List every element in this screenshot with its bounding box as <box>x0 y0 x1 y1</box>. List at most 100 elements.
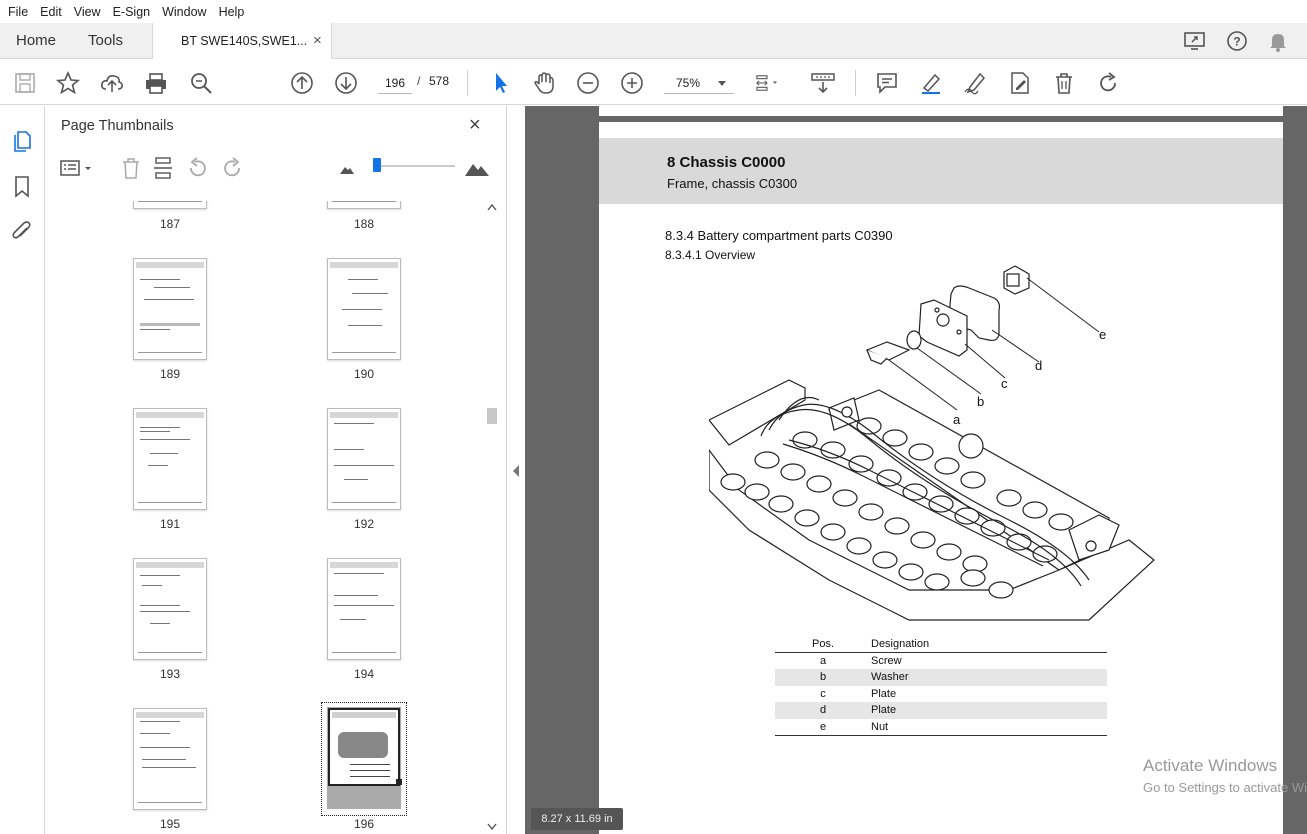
tab-bar: Home Tools BT SWE140S,SWE1... × ? <box>0 23 1307 59</box>
thumbnail-label: 189 <box>159 367 181 381</box>
thumbnail-label: 190 <box>353 367 375 381</box>
total-pages: 578 <box>429 74 450 88</box>
scrollbar-thumb[interactable] <box>487 408 497 424</box>
page-thumbnail[interactable] <box>133 201 207 209</box>
thumbnail-label: 192 <box>353 517 375 531</box>
pdf-page: 8 Chassis C0000 Frame, chassis C0300 8.3… <box>599 122 1283 834</box>
page-thumbnails-panel: Page Thumbnails × 187 188 189 190 191 19… <box>45 106 507 834</box>
delete-page-icon[interactable] <box>119 156 143 180</box>
table-row: a Screw <box>775 653 1107 670</box>
hand-tool-icon[interactable] <box>531 70 557 96</box>
page-thumbnail[interactable] <box>327 558 401 660</box>
help-icon[interactable]: ? <box>1225 30 1249 52</box>
rotate-left-icon[interactable] <box>186 156 210 180</box>
section-title: 8.3.4 Battery compartment parts C0390 <box>665 228 893 243</box>
thumbnail-size-slider-track[interactable] <box>375 165 455 167</box>
page-thumbnails-icon[interactable] <box>10 128 34 152</box>
page-thumbnail[interactable] <box>327 258 401 360</box>
table-cell-pos: b <box>819 671 827 683</box>
callout-e: e <box>1099 327 1106 342</box>
highlight-pen-icon[interactable] <box>918 70 944 96</box>
page-thumbnail[interactable] <box>327 408 401 510</box>
bookmarks-icon[interactable] <box>10 174 34 198</box>
menu-bar: File Edit View E-Sign Window Help <box>0 0 1307 23</box>
page-thumbnail-selected[interactable] <box>321 702 407 816</box>
tab-tools[interactable]: Tools <box>88 32 123 49</box>
page-separator: / <box>417 74 421 88</box>
table-row: c Plate <box>775 686 1107 703</box>
print-icon[interactable] <box>143 70 169 96</box>
table-bottom-rule <box>775 735 1107 736</box>
left-navigation-rail <box>0 106 45 834</box>
page-thumbnail[interactable] <box>133 708 207 810</box>
page-number-input[interactable]: 196 <box>378 72 412 94</box>
comment-icon[interactable] <box>874 70 900 96</box>
page-thumbnail[interactable] <box>133 408 207 510</box>
collapse-arrow-icon <box>513 465 519 477</box>
delete-trash-icon[interactable] <box>1051 70 1077 96</box>
menu-edit[interactable]: Edit <box>34 5 68 19</box>
zoom-out-icon[interactable] <box>575 70 601 96</box>
zoom-level-select[interactable]: 75% <box>664 72 734 94</box>
thumbnail-size-slider-handle[interactable] <box>373 158 381 172</box>
thumbnail-label: 188 <box>353 217 375 231</box>
panel-toolbar <box>45 152 507 186</box>
page-fit-icon[interactable] <box>754 70 790 96</box>
thumbnail-options-icon[interactable] <box>59 156 95 180</box>
rotate-right-icon[interactable] <box>220 156 244 180</box>
menu-esign[interactable]: E-Sign <box>107 5 157 19</box>
redo-rotate-icon[interactable] <box>1095 70 1121 96</box>
next-page-icon[interactable] <box>333 70 359 96</box>
table-cell-designation: Nut <box>871 720 889 733</box>
page-thumbnail[interactable] <box>327 201 401 209</box>
bookmark-star-icon[interactable] <box>55 70 81 96</box>
table-row: e Nut <box>775 719 1107 736</box>
notifications-bell-icon[interactable] <box>1266 30 1290 52</box>
draw-freehand-icon[interactable] <box>962 70 988 96</box>
upload-cloud-icon[interactable] <box>99 70 125 96</box>
tab-document-label: BT SWE140S,SWE1... <box>181 34 308 48</box>
toolbar-divider <box>467 70 468 96</box>
table-cell-designation: Plate <box>871 687 897 700</box>
menu-file[interactable]: File <box>2 5 34 19</box>
previous-page-icon[interactable] <box>289 70 315 96</box>
tab-document[interactable]: BT SWE140S,SWE1... × <box>152 23 332 59</box>
table-cell-pos: a <box>819 654 827 667</box>
parts-table: Pos. Designation a Screw b Washer c Plat… <box>775 636 1107 736</box>
share-screen-icon[interactable] <box>1183 30 1207 52</box>
insert-page-icon[interactable] <box>152 156 176 180</box>
zoom-in-icon[interactable] <box>619 70 645 96</box>
document-view[interactable]: 8 Chassis C0000 Frame, chassis C0300 8.3… <box>525 106 1307 834</box>
save-icon[interactable] <box>12 70 38 96</box>
thumbnail-label: 195 <box>159 817 181 831</box>
table-cell-designation: Screw <box>871 654 902 667</box>
close-panel-icon[interactable]: × <box>469 114 481 137</box>
table-cell-designation: Plate <box>871 704 897 716</box>
menu-help[interactable]: Help <box>213 5 251 19</box>
menu-view[interactable]: View <box>68 5 107 19</box>
callout-a: a <box>953 412 961 427</box>
thumbnail-scrollbar[interactable] <box>485 201 499 834</box>
tab-home[interactable]: Home <box>16 32 56 49</box>
table-cell-designation: Washer <box>871 671 909 683</box>
select-cursor-icon[interactable] <box>488 70 514 96</box>
close-tab-icon[interactable]: × <box>313 32 322 49</box>
scroll-down-icon <box>487 823 497 831</box>
table-cell-pos: c <box>820 687 826 700</box>
page-thumbnail[interactable] <box>133 558 207 660</box>
edit-text-icon[interactable] <box>1007 70 1033 96</box>
page-thumbnail[interactable] <box>133 258 207 360</box>
table-cell-pos: d <box>819 704 827 716</box>
zoom-search-icon[interactable] <box>188 70 214 96</box>
callout-c: c <box>1001 376 1008 391</box>
attachments-paperclip-icon[interactable] <box>10 219 34 243</box>
thumbnail-label: 194 <box>353 667 375 681</box>
table-cell-pos: e <box>819 720 827 733</box>
table-row: d Plate <box>775 702 1107 719</box>
scroll-mode-icon[interactable] <box>810 70 836 96</box>
panel-collapse-handle[interactable] <box>507 106 525 834</box>
thumbnail-label: 196 <box>353 817 375 831</box>
thumbnail-label: 191 <box>159 517 181 531</box>
thumbnail-viewport-box[interactable] <box>328 708 400 786</box>
menu-window[interactable]: Window <box>156 5 212 19</box>
